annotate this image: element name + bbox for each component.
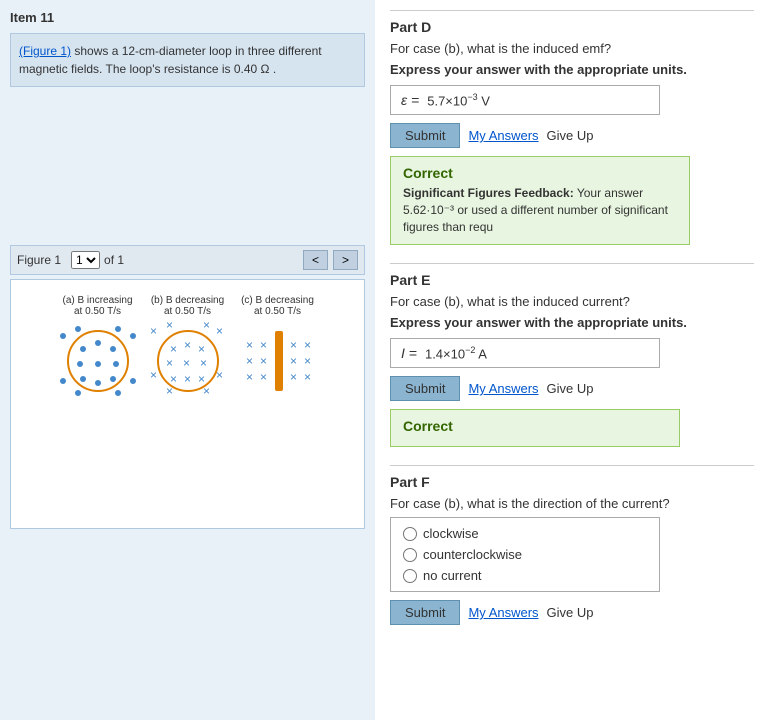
svg-text:×: × [170,342,177,356]
svg-text:×: × [290,338,297,352]
part-f-section: Part F For case (b), what is the directi… [390,465,754,625]
part-e-section: Part E For case (b), what is the induced… [390,263,754,447]
svg-text:×: × [246,338,253,352]
svg-text:×: × [166,384,173,398]
svg-text:×: × [200,356,207,370]
left-panel: Item 11 (Figure 1) shows a 12-cm-diamete… [0,0,375,720]
part-f-buttons: Submit My Answers Give Up [390,600,754,625]
part-e-question: For case (b), what is the induced curren… [390,294,754,309]
diagram-a-label: (a) B increasing at 0.50 T/s [62,295,132,317]
diagram-b: (b) B decreasing at 0.50 T/s × × × × × ×… [148,295,228,401]
part-e-value: 1.4×10−2 A [425,345,487,361]
svg-text:×: × [183,356,190,370]
part-f-option-cw: clockwise [403,526,647,541]
part-f-radio-ccw[interactable] [403,548,417,562]
part-e-give-up-link[interactable]: Give Up [547,381,594,396]
figure-prev-button[interactable]: < [303,250,328,270]
figure-nav-label: Figure 1 [17,253,61,267]
svg-text:×: × [260,338,267,352]
svg-text:×: × [304,370,311,384]
figure-next-button[interactable]: > [333,250,358,270]
svg-text:×: × [198,342,205,356]
svg-text:×: × [184,338,191,352]
svg-text:×: × [166,356,173,370]
part-e-submit-button[interactable]: Submit [390,376,460,401]
figure-nav: Figure 1 1 of 1 < > [10,245,365,275]
part-d-section: Part D For case (b), what is the induced… [390,10,754,245]
svg-text:×: × [203,384,210,398]
svg-text:×: × [166,321,173,332]
svg-text:×: × [150,324,157,338]
part-d-submit-button[interactable]: Submit [390,123,460,148]
part-d-correct-feedback: Significant Figures Feedback: Your answe… [403,185,677,235]
svg-text:×: × [260,354,267,368]
svg-text:×: × [290,354,297,368]
part-e-buttons: Submit My Answers Give Up [390,376,754,401]
part-d-value: 5.7×10−3 V [427,92,490,108]
part-f-radio-nc[interactable] [403,569,417,583]
part-e-my-answers-link[interactable]: My Answers [468,381,538,396]
item-description: (Figure 1) shows a 12-cm-diameter loop i… [10,33,365,87]
diagram-b-label: (b) B decreasing at 0.50 T/s [151,295,224,317]
item-title: Item 11 [10,10,365,25]
part-d-my-answers-link[interactable]: My Answers [468,128,538,143]
svg-text:×: × [246,354,253,368]
diagram-b-svg: × × × × × × × × × × × × × × × × [148,321,228,401]
part-d-instruction: Express your answer with the appropriate… [390,62,754,77]
figure-diagrams: (a) B increasing at 0.50 T/s [58,295,318,401]
svg-text:×: × [304,354,311,368]
part-d-answer-box: ε = 5.7×10−3 V [390,85,660,115]
part-f-question: For case (b), what is the direction of t… [390,496,754,511]
part-d-buttons: Submit My Answers Give Up [390,123,754,148]
part-f-give-up-link[interactable]: Give Up [547,605,594,620]
figure-select[interactable]: 1 [71,251,100,269]
right-panel: Part D For case (b), what is the induced… [375,0,769,720]
diagram-c-label: (c) B decreasing at 0.50 T/s [241,295,314,317]
figure-link[interactable]: (Figure 1) [19,44,71,58]
part-f-title: Part F [390,465,754,490]
svg-text:×: × [246,370,253,384]
svg-text:×: × [290,370,297,384]
diagram-c: (c) B decreasing at 0.50 T/s × × × × × ×… [238,295,318,401]
diagram-a-svg [58,321,138,401]
part-e-answer-box: I = 1.4×10−2 A [390,338,660,368]
figure-box: (a) B increasing at 0.50 T/s [10,279,365,529]
part-f-submit-button[interactable]: Submit [390,600,460,625]
svg-text:×: × [150,368,157,382]
figure-of-label: of 1 [104,253,124,267]
part-f-label-cw: clockwise [423,526,479,541]
part-d-correct-title: Correct [403,165,677,181]
part-f-label-nc: no current [423,568,482,583]
part-e-symbol: I = [401,345,417,361]
svg-text:×: × [184,372,191,386]
part-d-question: For case (b), what is the induced emf? [390,41,754,56]
part-e-correct-title: Correct [403,418,667,434]
svg-text:×: × [216,324,223,338]
svg-text:×: × [304,338,311,352]
part-d-correct-box: Correct Significant Figures Feedback: Yo… [390,156,690,244]
part-d-title: Part D [390,10,754,35]
part-f-option-ccw: counterclockwise [403,547,647,562]
part-d-feedback-bold: Significant Figures Feedback: [403,186,574,200]
part-e-correct-box: Correct [390,409,680,447]
part-e-title: Part E [390,263,754,288]
part-f-radio-cw[interactable] [403,527,417,541]
part-e-instruction: Express your answer with the appropriate… [390,315,754,330]
part-d-symbol: ε = [401,92,419,108]
part-d-give-up-link[interactable]: Give Up [547,128,594,143]
part-f-my-answers-link[interactable]: My Answers [468,605,538,620]
diagram-a: (a) B increasing at 0.50 T/s [58,295,138,401]
svg-text:×: × [260,370,267,384]
part-f-radio-group: clockwise counterclockwise no current [390,517,660,592]
svg-text:×: × [203,321,210,332]
svg-text:×: × [216,368,223,382]
part-f-option-nc: no current [403,568,647,583]
part-f-label-ccw: counterclockwise [423,547,522,562]
diagram-c-svg: × × × × × × × × × × × × [238,321,318,401]
